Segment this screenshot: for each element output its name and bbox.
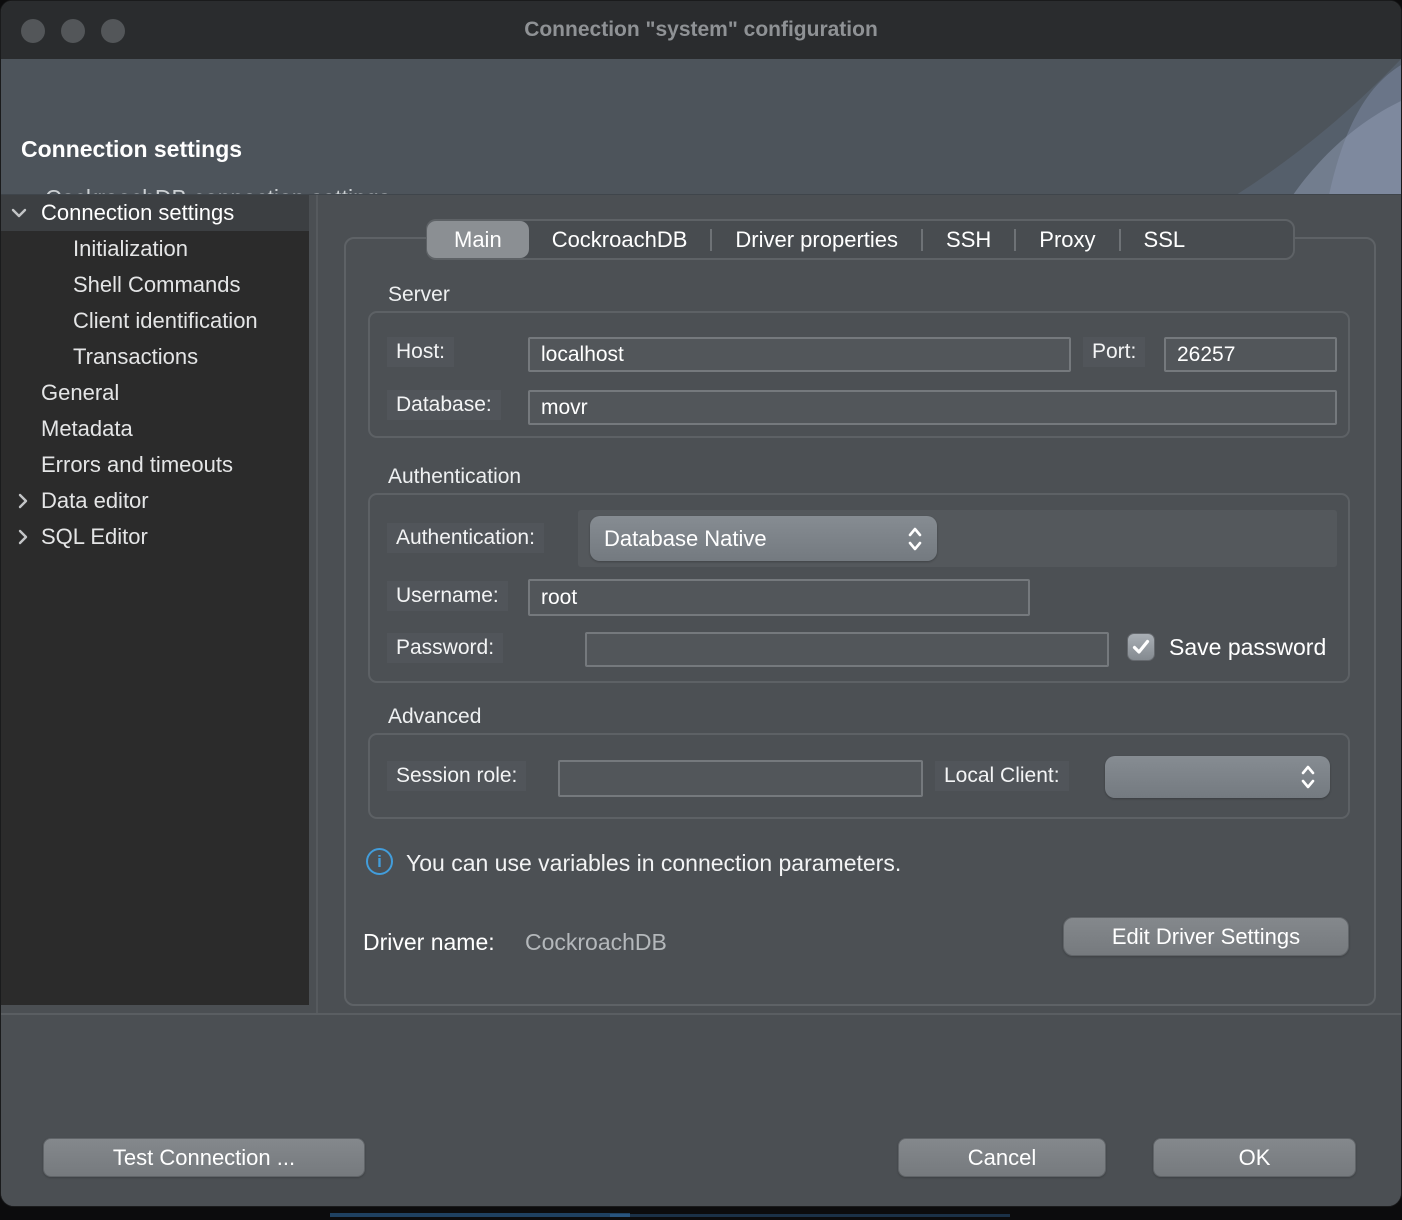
desktop-artifact <box>330 1213 630 1217</box>
ok-button[interactable]: OK <box>1153 1138 1356 1177</box>
database-input[interactable] <box>528 390 1337 425</box>
local-client-label: Local Client: <box>935 761 1069 791</box>
tree-item-metadata[interactable]: Metadata <box>1 411 309 447</box>
tab-label: CockroachDB <box>552 227 688 253</box>
tab-ssl[interactable]: SSL <box>1121 221 1209 258</box>
tree-item-label: Errors and timeouts <box>1 452 233 478</box>
main-tab-panel: Server Host: Port: Database: Authenticat… <box>344 237 1376 1006</box>
tree-item-client-identification[interactable]: Client identification <box>1 303 309 339</box>
local-client-select[interactable] <box>1105 756 1330 798</box>
select-chevrons-icon <box>1300 764 1316 790</box>
tree-item-data-editor[interactable]: Data editor <box>1 483 309 519</box>
tree-item-label: Initialization <box>1 236 188 262</box>
info-icon: i <box>366 848 393 875</box>
tree-item-errors-and-timeouts[interactable]: Errors and timeouts <box>1 447 309 483</box>
tree-item-label: Connection settings <box>1 200 234 226</box>
server-group: Host: Port: Database: <box>368 311 1350 438</box>
password-label: Password: <box>387 633 503 663</box>
tree-item-sql-editor[interactable]: SQL Editor <box>1 519 309 555</box>
edit-driver-settings-button[interactable]: Edit Driver Settings <box>1063 917 1349 956</box>
desktop-artifact <box>610 1214 1010 1217</box>
save-password-checkbox[interactable] <box>1127 633 1155 661</box>
tab-main[interactable]: Main <box>427 221 529 258</box>
driver-name-label: Driver name: <box>363 929 495 956</box>
authentication-method-value: Database Native <box>604 526 767 552</box>
chevron-right-icon[interactable] <box>13 491 33 511</box>
tree-item-label: Client identification <box>1 308 258 334</box>
username-input[interactable] <box>528 579 1030 616</box>
port-input[interactable] <box>1164 337 1337 372</box>
authentication-method-label: Authentication: <box>387 523 544 553</box>
tab-bar: Main CockroachDB Driver properties SSH P… <box>426 219 1295 260</box>
select-chevrons-icon <box>907 526 923 552</box>
tab-label: SSL <box>1144 227 1186 253</box>
tab-driver-properties[interactable]: Driver properties <box>712 221 921 258</box>
connection-configuration-dialog: Connection "system" configuration Connec… <box>0 0 1402 1207</box>
host-input[interactable] <box>528 337 1071 372</box>
header-decoration-curves <box>1181 59 1401 195</box>
username-label: Username: <box>387 581 508 611</box>
advanced-group: Session role: Local Client: <box>368 733 1350 819</box>
driver-name-value: CockroachDB <box>525 929 667 956</box>
server-section-label: Server <box>388 283 450 307</box>
save-password-label: Save password <box>1169 634 1326 661</box>
checkmark-icon <box>1132 639 1150 655</box>
tree-item-label: Transactions <box>1 344 198 370</box>
tab-label: Driver properties <box>735 227 898 253</box>
page-title: Connection settings <box>21 136 242 163</box>
dialog-footer: Test Connection ... Cancel OK <box>1 1015 1401 1207</box>
cancel-button[interactable]: Cancel <box>898 1138 1106 1177</box>
tree-item-initialization[interactable]: Initialization <box>1 231 309 267</box>
tab-cockroachdb[interactable]: CockroachDB <box>529 221 711 258</box>
tree-item-label: General <box>1 380 119 406</box>
tree-item-label: Metadata <box>1 416 133 442</box>
chevron-right-icon[interactable] <box>13 527 33 547</box>
port-label: Port: <box>1083 337 1145 367</box>
chevron-down-icon[interactable] <box>9 203 29 223</box>
dialog-body: Connection settings Initialization Shell… <box>1 195 1401 1013</box>
tree-item-transactions[interactable]: Transactions <box>1 339 309 375</box>
session-role-label: Session role: <box>387 761 526 791</box>
authentication-group: Authentication: Database Native Username… <box>368 493 1350 683</box>
password-input[interactable] <box>585 632 1109 667</box>
tree-item-connection-settings[interactable]: Connection settings <box>1 195 309 231</box>
sidebar-divider <box>316 195 318 1013</box>
tab-ssh[interactable]: SSH <box>923 221 1014 258</box>
advanced-section-label: Advanced <box>388 705 481 729</box>
settings-tree: Connection settings Initialization Shell… <box>1 195 309 1005</box>
authentication-section-label: Authentication <box>388 465 521 489</box>
tree-item-label: Shell Commands <box>1 272 241 298</box>
tab-label: SSH <box>946 227 991 253</box>
page-subtitle: CockroachDB connection settings <box>45 185 390 195</box>
window-title: Connection "system" configuration <box>1 1 1401 59</box>
session-role-input[interactable] <box>558 760 923 797</box>
authentication-method-select[interactable]: Database Native <box>590 516 937 561</box>
tab-proxy[interactable]: Proxy <box>1016 221 1118 258</box>
dialog-header: Connection settings CockroachDB connecti… <box>1 59 1401 195</box>
tree-item-shell-commands[interactable]: Shell Commands <box>1 267 309 303</box>
test-connection-button[interactable]: Test Connection ... <box>43 1138 365 1177</box>
tab-label: Main <box>454 227 502 253</box>
info-message: You can use variables in connection para… <box>406 850 901 877</box>
host-label: Host: <box>387 337 454 367</box>
database-label: Database: <box>387 390 501 420</box>
titlebar: Connection "system" configuration <box>1 1 1401 59</box>
tree-item-general[interactable]: General <box>1 375 309 411</box>
tab-label: Proxy <box>1039 227 1095 253</box>
